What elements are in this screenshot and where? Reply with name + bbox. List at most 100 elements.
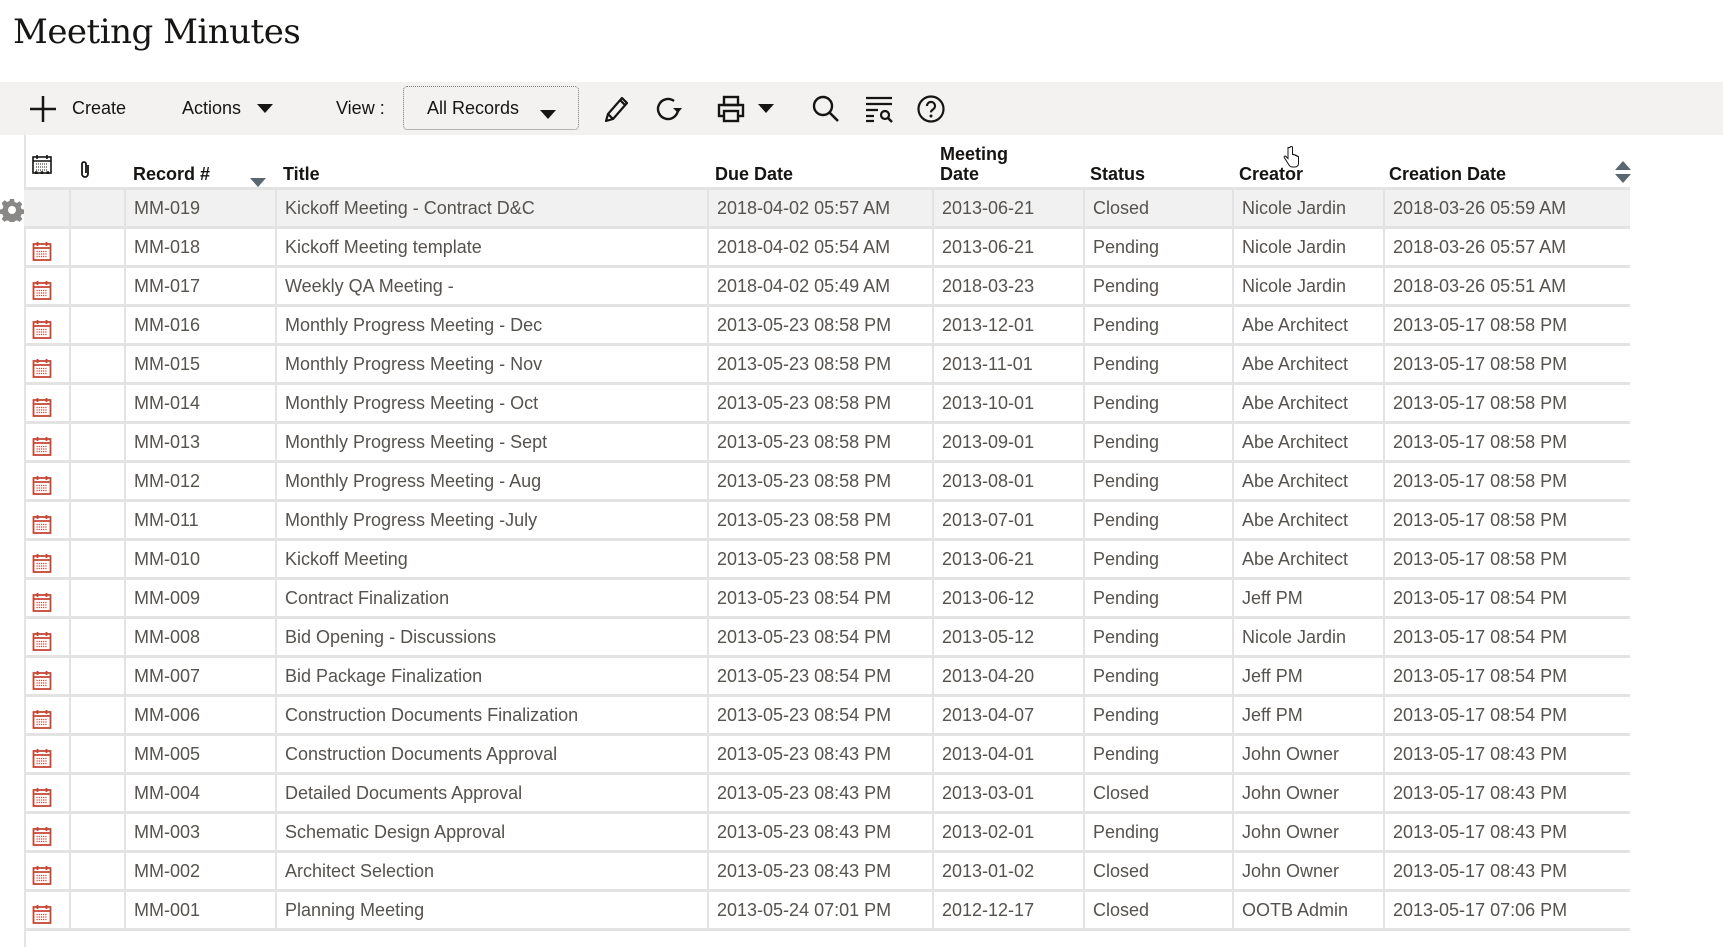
column-header-creator[interactable]: Creator bbox=[1239, 135, 1379, 190]
table-row[interactable]: MM-008 Bid Opening - Discussions 2013-05-2… bbox=[24, 619, 1630, 658]
table-row[interactable]: MM-014 Monthly Progress Meeting - Oct 2013… bbox=[24, 385, 1630, 424]
record-cell[interactable]: MM-010 bbox=[124, 541, 275, 577]
table-row[interactable]: MM-002 Architect Selection 2013-05-23 08:4… bbox=[24, 853, 1630, 892]
icon-cell[interactable] bbox=[24, 268, 69, 304]
actions-menu-button[interactable]: Actions bbox=[182, 82, 274, 135]
record-cell[interactable]: MM-012 bbox=[124, 463, 275, 499]
table-row[interactable]: MM-019 Kickoff Meeting - Contract D&C 2018… bbox=[24, 190, 1630, 229]
icon-cell[interactable] bbox=[24, 307, 69, 343]
icon-cell[interactable] bbox=[24, 502, 69, 538]
icon-cell[interactable] bbox=[24, 463, 69, 499]
calendar-icon[interactable] bbox=[32, 276, 52, 304]
title-cell[interactable]: Architect Selection bbox=[275, 853, 707, 889]
title-cell[interactable]: Planning Meeting bbox=[275, 892, 707, 928]
help-button[interactable] bbox=[916, 82, 946, 135]
search-button[interactable] bbox=[811, 82, 841, 135]
table-row[interactable]: MM-011 Monthly Progress Meeting -July 2013… bbox=[24, 502, 1630, 541]
calendar-icon[interactable] bbox=[32, 744, 52, 772]
view-select[interactable]: All Records bbox=[403, 86, 579, 130]
calendar-icon[interactable] bbox=[32, 705, 52, 733]
title-cell[interactable]: Monthly Progress Meeting - Nov bbox=[275, 346, 707, 382]
icon-cell[interactable] bbox=[24, 736, 69, 772]
title-cell[interactable]: Kickoff Meeting bbox=[275, 541, 707, 577]
record-cell[interactable]: MM-017 bbox=[124, 268, 275, 304]
calendar-icon[interactable] bbox=[32, 510, 52, 538]
table-row[interactable]: MM-016 Monthly Progress Meeting - Dec 2013… bbox=[24, 307, 1630, 346]
column-header-record[interactable]: Record # bbox=[133, 135, 283, 190]
record-cell[interactable]: MM-005 bbox=[124, 736, 275, 772]
column-header-attachment[interactable] bbox=[78, 135, 108, 190]
record-cell[interactable]: MM-019 bbox=[124, 190, 275, 226]
column-header-meeting-date[interactable]: Meeting Date bbox=[940, 135, 1080, 190]
table-row[interactable]: MM-001 Planning Meeting 2013-05-24 07:01 P… bbox=[24, 892, 1630, 931]
column-header-title[interactable]: Title bbox=[283, 135, 703, 190]
icon-cell[interactable] bbox=[24, 697, 69, 733]
record-cell[interactable]: MM-004 bbox=[124, 775, 275, 811]
calendar-icon[interactable] bbox=[32, 393, 52, 421]
record-cell[interactable]: MM-006 bbox=[124, 697, 275, 733]
title-cell[interactable]: Weekly QA Meeting - bbox=[275, 268, 707, 304]
find-button[interactable] bbox=[864, 82, 894, 135]
column-header-due-date[interactable]: Due Date bbox=[715, 135, 935, 190]
title-cell[interactable]: Monthly Progress Meeting - Aug bbox=[275, 463, 707, 499]
table-row[interactable]: MM-018 Kickoff Meeting template 2018-04-02… bbox=[24, 229, 1630, 268]
record-cell[interactable]: MM-011 bbox=[124, 502, 275, 538]
icon-cell[interactable] bbox=[24, 619, 69, 655]
refresh-button[interactable] bbox=[654, 82, 684, 135]
title-cell[interactable]: Monthly Progress Meeting - Dec bbox=[275, 307, 707, 343]
title-cell[interactable]: Monthly Progress Meeting - Sept bbox=[275, 424, 707, 460]
edit-button[interactable] bbox=[602, 82, 630, 135]
calendar-icon[interactable] bbox=[32, 627, 52, 655]
table-row[interactable]: MM-006 Construction Documents Finalizatio… bbox=[24, 697, 1630, 736]
calendar-icon[interactable] bbox=[32, 783, 52, 811]
calendar-icon[interactable] bbox=[32, 237, 52, 265]
icon-cell[interactable] bbox=[24, 541, 69, 577]
record-cell[interactable]: MM-008 bbox=[124, 619, 275, 655]
title-cell[interactable]: Kickoff Meeting - Contract D&C bbox=[275, 190, 707, 226]
title-cell[interactable]: Schematic Design Approval bbox=[275, 814, 707, 850]
icon-cell[interactable] bbox=[24, 814, 69, 850]
record-cell[interactable]: MM-018 bbox=[124, 229, 275, 265]
icon-cell[interactable] bbox=[24, 853, 69, 889]
print-button[interactable] bbox=[716, 82, 774, 135]
record-cell[interactable]: MM-016 bbox=[124, 307, 275, 343]
table-row[interactable]: MM-013 Monthly Progress Meeting - Sept 201… bbox=[24, 424, 1630, 463]
column-header-icon[interactable]: … bbox=[32, 135, 72, 190]
record-cell[interactable]: MM-001 bbox=[124, 892, 275, 928]
chevron-down-icon[interactable] bbox=[758, 103, 774, 114]
icon-cell[interactable] bbox=[24, 892, 69, 928]
title-cell[interactable]: Detailed Documents Approval bbox=[275, 775, 707, 811]
column-header-creation-date[interactable]: Creation Date bbox=[1389, 135, 1632, 190]
sort-toggle-icon[interactable] bbox=[1614, 160, 1632, 188]
title-cell[interactable]: Monthly Progress Meeting -July bbox=[275, 502, 707, 538]
record-cell[interactable]: MM-002 bbox=[124, 853, 275, 889]
calendar-icon[interactable] bbox=[32, 549, 52, 577]
table-row[interactable]: MM-005 Construction Documents Approval 201… bbox=[24, 736, 1630, 775]
calendar-icon[interactable] bbox=[32, 900, 52, 928]
record-cell[interactable]: MM-015 bbox=[124, 346, 275, 382]
icon-cell[interactable] bbox=[24, 385, 69, 421]
icon-cell[interactable] bbox=[24, 229, 69, 265]
calendar-icon[interactable] bbox=[32, 588, 52, 616]
icon-cell[interactable] bbox=[24, 346, 69, 382]
calendar-icon[interactable] bbox=[32, 822, 52, 850]
record-cell[interactable]: MM-007 bbox=[124, 658, 275, 694]
title-cell[interactable]: Monthly Progress Meeting - Oct bbox=[275, 385, 707, 421]
table-row[interactable]: MM-007 Bid Package Finalization 2013-05-23… bbox=[24, 658, 1630, 697]
gear-icon[interactable] bbox=[0, 198, 25, 227]
table-row[interactable]: MM-003 Schematic Design Approval 2013-05-2… bbox=[24, 814, 1630, 853]
table-row[interactable]: MM-017 Weekly QA Meeting -2018-04-02 05:4… bbox=[24, 268, 1630, 307]
record-cell[interactable]: MM-003 bbox=[124, 814, 275, 850]
calendar-icon[interactable] bbox=[32, 666, 52, 694]
icon-cell[interactable] bbox=[24, 580, 69, 616]
record-cell[interactable]: MM-009 bbox=[124, 580, 275, 616]
title-cell[interactable]: Construction Documents Finalization bbox=[275, 697, 707, 733]
table-row[interactable]: MM-009 Contract Finalization 2013-05-23 08… bbox=[24, 580, 1630, 619]
record-cell[interactable]: MM-013 bbox=[124, 424, 275, 460]
table-row[interactable]: MM-012 Monthly Progress Meeting - Aug 2013… bbox=[24, 463, 1630, 502]
table-row[interactable]: MM-010 Kickoff Meeting 2013-05-23 08:58 PM… bbox=[24, 541, 1630, 580]
calendar-icon[interactable] bbox=[32, 354, 52, 382]
record-cell[interactable]: MM-014 bbox=[124, 385, 275, 421]
calendar-icon[interactable] bbox=[32, 432, 52, 460]
calendar-icon[interactable] bbox=[32, 861, 52, 889]
